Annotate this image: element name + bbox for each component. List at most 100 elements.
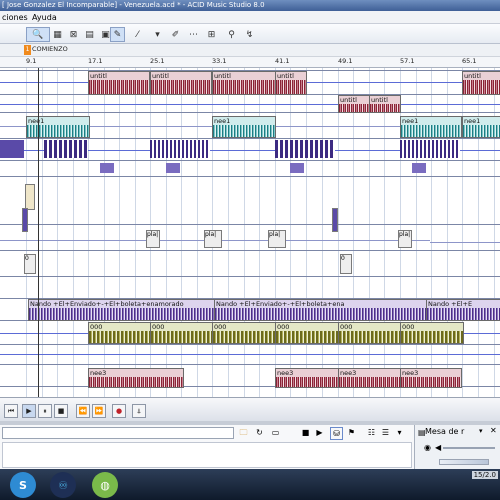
magnet-icon[interactable]: ⚲: [224, 27, 239, 42]
menu-ayuda[interactable]: Ayuda: [32, 11, 57, 24]
beat-clip[interactable]: [150, 140, 210, 158]
audio-clip[interactable]: untitl: [88, 71, 150, 95]
audio-clip[interactable]: 000: [275, 322, 339, 344]
audio-clip[interactable]: nee1: [212, 116, 276, 138]
paint-tool-icon[interactable]: ⁄: [130, 27, 145, 42]
stop-icon[interactable]: ■: [54, 404, 68, 418]
beat-clip[interactable]: [412, 163, 426, 173]
start-icon[interactable]: ⚑: [346, 427, 357, 438]
grid-icon[interactable]: ▦: [50, 27, 65, 42]
fx-clip[interactable]: pla|: [398, 230, 412, 248]
beat-clip[interactable]: [44, 140, 88, 158]
marker-comienzo[interactable]: COMIENZO: [32, 45, 68, 53]
audio-clip[interactable]: untitl: [462, 71, 500, 95]
clip-label: nee3: [276, 369, 338, 377]
audio-clip[interactable]: 000: [150, 322, 214, 344]
audio-clip[interactable]: Nando +El+Enviado+-+El+boleta+enamorado: [28, 299, 216, 321]
audio-clip[interactable]: Nando +El+E: [426, 299, 500, 321]
fx-clip[interactable]: 0: [340, 254, 352, 274]
clip-label: nee1: [27, 117, 89, 125]
fx-clip[interactable]: [25, 184, 35, 210]
skype-icon[interactable]: S: [10, 472, 36, 498]
marker-bar: 1 COMIENZO: [0, 44, 500, 57]
envelope-icon[interactable]: ▤: [82, 27, 97, 42]
mono-icon[interactable]: ◉: [424, 443, 431, 452]
transport-bar: ⏮ ▶ ⏸ ■ ⏪ ⏩ ● ⍋: [0, 397, 500, 421]
previous-icon[interactable]: ⏮: [4, 404, 18, 418]
fx-clip[interactable]: pla|: [204, 230, 222, 248]
marker-flag-icon[interactable]: 1: [24, 45, 31, 55]
playhead-cursor[interactable]: [38, 68, 39, 397]
explorer-path-input[interactable]: [2, 427, 234, 439]
fx-clip[interactable]: 0: [24, 254, 36, 274]
messenger-icon[interactable]: ♾: [50, 472, 76, 498]
explorer-pane: 🗀 ↻ ▭ ■ ▶ ⛁ ⚑ ☷ ☰ ▾: [0, 425, 415, 469]
audio-clip[interactable]: untitl: [275, 71, 307, 95]
audio-clip[interactable]: untitl: [150, 71, 212, 95]
metronome-icon[interactable]: ↯: [242, 27, 257, 42]
audio-clip[interactable]: untitl: [212, 71, 276, 95]
audio-clip[interactable]: nee3: [338, 368, 402, 388]
list-view-icon[interactable]: ☰: [380, 427, 391, 438]
audio-clip[interactable]: 000: [338, 322, 402, 344]
auto-preview-icon[interactable]: ⛁: [330, 427, 343, 440]
bar-ruler[interactable]: 9.1 17.1 25.1 33.1 41.1 49.1 57.1 65.1: [0, 57, 500, 68]
rewind-icon[interactable]: ⏪: [76, 404, 90, 418]
audio-clip[interactable]: nee3: [88, 368, 184, 388]
play-icon[interactable]: ▶: [22, 404, 36, 418]
eraser-icon[interactable]: ✐: [168, 27, 183, 42]
details-view-icon[interactable]: ☷: [366, 427, 377, 438]
ruler-label: 41.1: [275, 57, 290, 65]
beat-clip[interactable]: [100, 163, 114, 173]
audio-clip[interactable]: nee1: [400, 116, 462, 138]
record-icon[interactable]: ●: [112, 404, 126, 418]
media-app-icon[interactable]: ◍: [92, 472, 118, 498]
folder-icon[interactable]: ▭: [270, 427, 281, 438]
audio-clip[interactable]: 000: [212, 322, 276, 344]
audio-clip[interactable]: 000: [88, 322, 152, 344]
play-preview-icon[interactable]: ▶: [314, 427, 325, 438]
audio-clip[interactable]: untitl: [338, 95, 370, 113]
metronome-icon[interactable]: ⍋: [132, 404, 146, 418]
clip-label: untitl: [370, 96, 400, 104]
draw-tool-icon[interactable]: ✎: [110, 27, 125, 42]
folder-up-icon[interactable]: 🗀: [238, 427, 249, 438]
forward-icon[interactable]: ⏩: [92, 404, 106, 418]
audio-clip[interactable]: 000: [400, 322, 464, 344]
snap-icon[interactable]: ⊠: [66, 27, 81, 42]
audio-clip[interactable]: nee1: [462, 116, 500, 138]
beat-clip[interactable]: [290, 163, 304, 173]
dropdown-arrow-icon[interactable]: ▾: [394, 427, 405, 438]
volume-slider[interactable]: [443, 447, 495, 449]
fx-clip[interactable]: pla|: [268, 230, 286, 248]
menu-bar: ciones Ayuda: [0, 11, 500, 24]
beat-clip[interactable]: [166, 163, 180, 173]
beat-clip[interactable]: [0, 140, 24, 158]
beat-clip[interactable]: [400, 140, 460, 158]
timeline-area[interactable]: untitl untitl untitl untitl untitl untit…: [0, 68, 500, 397]
split-icon[interactable]: ⊞: [204, 27, 219, 42]
explorer-file-list[interactable]: [2, 442, 412, 468]
fx-clip-label: pla|: [205, 231, 217, 238]
audio-clip[interactable]: nee1: [26, 116, 90, 138]
audio-clip[interactable]: nee3: [400, 368, 462, 388]
dropdown-arrow-icon[interactable]: ▾: [150, 27, 165, 42]
fx-clip[interactable]: pla|: [146, 230, 160, 248]
clip-label: 000: [213, 323, 275, 331]
stop-preview-icon[interactable]: ■: [300, 427, 311, 438]
audio-clip[interactable]: Nando +El+Enviado+-+El+boleta+ena: [214, 299, 428, 321]
fx-clip[interactable]: [332, 208, 338, 232]
zoom-tool-icon[interactable]: 🔍: [26, 27, 50, 42]
audio-clip[interactable]: untitl: [369, 95, 401, 113]
ruler-label: 57.1: [400, 57, 415, 65]
audio-clip[interactable]: nee3: [275, 368, 339, 388]
speaker-icon[interactable]: ◀: [435, 443, 441, 452]
refresh-icon[interactable]: ↻: [254, 427, 265, 438]
menu-opciones[interactable]: ciones: [2, 11, 28, 24]
pause-icon[interactable]: ⏸: [38, 404, 52, 418]
beat-clip[interactable]: [275, 140, 335, 158]
select-icon[interactable]: ⋯: [186, 27, 201, 42]
fx-clip[interactable]: [22, 208, 28, 232]
close-icon[interactable]: ✕: [490, 426, 497, 435]
dropdown-arrow-icon[interactable]: ▾: [479, 427, 483, 435]
